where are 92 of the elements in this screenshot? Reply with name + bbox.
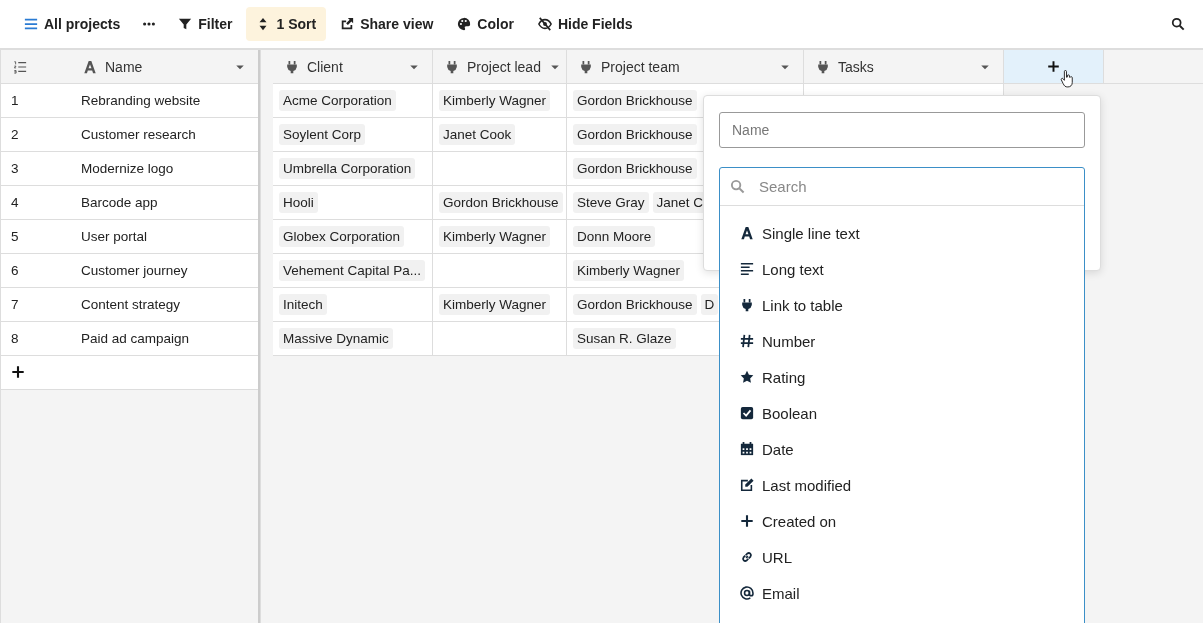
table-cell-text: User portal	[80, 228, 149, 246]
table-cell-text: Customer research	[80, 126, 197, 144]
record-chip[interactable]: Susan R. Glaze	[573, 328, 676, 349]
record-chip[interactable]: Gordon Brickhouse	[439, 192, 563, 213]
row-number: 8	[10, 330, 20, 348]
record-chip[interactable]: Kimberly Wagner	[439, 90, 551, 111]
at-sign-icon	[740, 586, 754, 600]
field-type-option[interactable]: Long text	[720, 251, 1084, 287]
row-number: 2	[10, 126, 20, 144]
link-icon	[740, 550, 754, 564]
record-chip[interactable]: Steve Gray	[573, 192, 649, 213]
text-type-icon	[83, 59, 97, 74]
record-chip[interactable]: Janet Cook	[439, 124, 516, 145]
field-type-option[interactable]: URL	[720, 539, 1084, 575]
record-chip[interactable]: Soylent Corp	[279, 124, 366, 145]
row-number: 3	[10, 160, 20, 178]
color-button[interactable]: Color	[447, 7, 524, 41]
record-chip[interactable]: Donn Moore	[573, 226, 656, 247]
hide-fields-button[interactable]: Hide Fields	[527, 7, 643, 41]
share-icon	[340, 17, 355, 31]
plus-icon	[1047, 60, 1060, 73]
text-type-icon	[740, 226, 754, 240]
record-chip[interactable]: Massive Dynamic	[279, 328, 393, 349]
field-type-option[interactable]: Email	[720, 575, 1084, 611]
record-chip[interactable]: Umbrella Corporation	[279, 158, 416, 179]
field-type-option[interactable]: Single line text	[720, 215, 1084, 251]
table-cell-text: Paid ad campaign	[80, 330, 191, 348]
row-number: 6	[10, 262, 20, 280]
menu-icon	[24, 17, 38, 31]
record-chip[interactable]: Globex Corporation	[279, 226, 405, 247]
record-chip[interactable]: Gordon Brickhouse	[573, 294, 697, 315]
row-number: 4	[10, 194, 20, 212]
plug-icon	[285, 59, 299, 74]
hash-icon	[740, 334, 754, 348]
record-chip[interactable]: Initech	[279, 294, 327, 315]
record-chip[interactable]: Gordon Brickhouse	[573, 158, 697, 179]
field-type-option[interactable]: Number	[720, 323, 1084, 359]
column-header-label: Tasks	[838, 58, 875, 75]
record-chip[interactable]: Gordon Brickhouse	[573, 90, 697, 111]
record-chip[interactable]: D	[700, 294, 719, 315]
row-number: 1	[10, 92, 20, 110]
row-number: 7	[10, 296, 20, 314]
lines-icon	[740, 262, 754, 276]
record-chip[interactable]: Kimberly Wagner	[439, 226, 551, 247]
filter-button[interactable]: Filter	[168, 7, 243, 41]
search-icon	[1171, 17, 1185, 31]
filter-icon	[178, 17, 193, 31]
search-field[interactable]: Search	[757, 177, 1074, 196]
plus-icon	[740, 514, 754, 528]
record-chip[interactable]: Acme Corporation	[279, 90, 396, 111]
checkbox-icon	[740, 406, 754, 420]
row-number: 5	[10, 228, 20, 246]
edit-icon	[740, 478, 754, 492]
column-header-label: Client	[307, 58, 344, 75]
share-view-button[interactable]: Share view	[330, 7, 444, 41]
column-header-label: Project lead	[467, 58, 541, 75]
eye-slash-icon	[537, 17, 552, 31]
plug-icon	[740, 298, 754, 312]
table-cell-text: Barcode app	[80, 194, 159, 212]
search-icon	[730, 179, 745, 194]
table-cell-text: Modernize logo	[80, 160, 175, 178]
table-cell-text: Customer journey	[80, 262, 189, 280]
star-icon	[740, 370, 754, 384]
table-cell-text: Content strategy	[80, 296, 182, 314]
field-type-option[interactable]: Last modified	[720, 467, 1084, 503]
table-cell-text: Rebranding website	[80, 92, 202, 110]
calendar-icon	[740, 442, 754, 456]
record-chip[interactable]: Hooli	[279, 192, 318, 213]
record-chip[interactable]: Kimberly Wagner	[573, 260, 685, 281]
plug-icon	[816, 59, 830, 74]
column-header-label: Project team	[601, 58, 681, 75]
plug-icon	[445, 59, 459, 74]
name-field[interactable]: Name	[719, 112, 1085, 148]
plus-icon	[11, 365, 25, 379]
column-header[interactable]: Project team	[567, 50, 804, 83]
column-header[interactable]: Project lead	[433, 50, 567, 83]
plug-icon	[579, 59, 593, 74]
record-chip[interactable]: Kimberly Wagner	[439, 294, 551, 315]
field-type-option[interactable]: Link to table	[720, 287, 1084, 323]
column-header-label: Name	[105, 58, 144, 75]
record-chip[interactable]: Vehement Capital Pa...	[279, 260, 426, 281]
column-header[interactable]: Client	[273, 50, 433, 83]
record-chip[interactable]: Gordon Brickhouse	[573, 124, 697, 145]
column-header[interactable]: Name	[71, 50, 258, 83]
field-type-option[interactable]: Date	[720, 431, 1084, 467]
field-type-option[interactable]: Rating	[720, 359, 1084, 395]
palette-icon	[457, 17, 472, 31]
numbered-list-icon	[13, 59, 27, 74]
field-type-option[interactable]: Boolean	[720, 395, 1084, 431]
field-type-option[interactable]: Created on	[720, 503, 1084, 539]
sort-button[interactable]: 1 Sort	[246, 7, 327, 41]
view-menu-button[interactable]: All projects	[14, 7, 131, 41]
